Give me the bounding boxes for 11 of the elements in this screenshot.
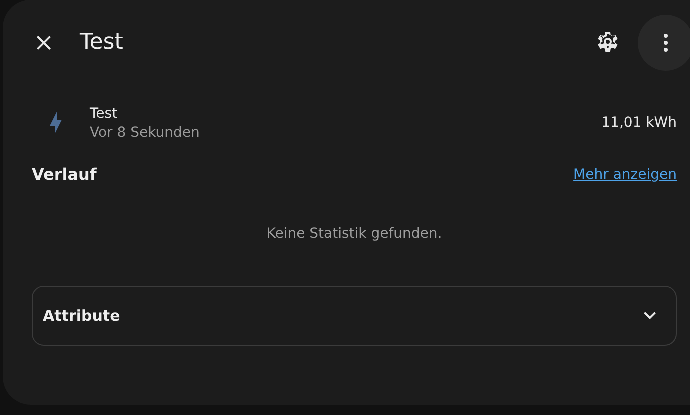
chevron-icon — [644, 312, 656, 320]
settings-icon — [596, 30, 620, 54]
entity-state: 11,01 kWh — [602, 115, 677, 131]
show-more-link[interactable]: Mehr anzeigen — [574, 166, 677, 182]
attributes-expander[interactable]: Attribute — [32, 286, 677, 346]
section-title: Verlauf — [32, 165, 97, 184]
empty-message: Keine Statistik gefunden. — [266, 226, 442, 242]
entity-name: Test — [90, 106, 119, 122]
last-changed: Vor 8 Sekunden — [90, 124, 201, 140]
dialog-title: Test — [80, 30, 124, 55]
more-options-icon — [664, 34, 668, 52]
